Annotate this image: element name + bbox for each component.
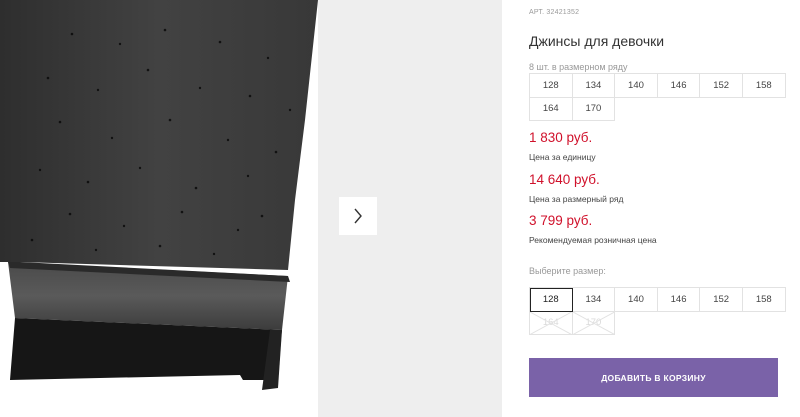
size-option-128[interactable]: 128 xyxy=(530,288,573,312)
size-range-cell: 158 xyxy=(742,74,786,98)
chevron-right-icon xyxy=(354,208,362,224)
size-option-146[interactable]: 146 xyxy=(657,288,701,312)
jeans-image xyxy=(0,0,320,417)
size-option-170: 170 xyxy=(572,311,616,335)
add-to-cart-button[interactable]: ДОБАВИТЬ В КОРЗИНУ xyxy=(529,358,778,397)
size-option-134[interactable]: 134 xyxy=(572,288,616,312)
size-range-cell: 152 xyxy=(700,74,743,98)
size-range-grid: 128 134 140 146 152 158 164 170 xyxy=(529,73,786,121)
pack-note: 8 шт. в размерном ряду xyxy=(529,62,628,72)
size-range-cell: 164 xyxy=(530,97,573,121)
size-picker-label: Выберите размер: xyxy=(529,266,606,276)
crossed-out-icon xyxy=(572,311,615,334)
size-picker: 128 134 140 146 152 158 164 170 xyxy=(529,287,786,335)
size-option-140[interactable]: 140 xyxy=(615,288,658,312)
product-gallery xyxy=(0,0,502,417)
unit-price: 1 830 руб. xyxy=(529,130,593,145)
pack-price: 14 640 руб. xyxy=(529,172,600,187)
size-range-cell: 170 xyxy=(572,97,616,121)
size-option-152[interactable]: 152 xyxy=(700,288,743,312)
size-option-158[interactable]: 158 xyxy=(742,288,786,312)
product-sku: АРТ. 32421352 xyxy=(529,9,580,16)
pack-price-label: Цена за размерный ряд xyxy=(529,194,624,204)
product-photo xyxy=(0,0,320,417)
gallery-next-button[interactable] xyxy=(339,197,377,235)
size-range-cell: 146 xyxy=(657,74,701,98)
size-range-cell: 140 xyxy=(615,74,658,98)
product-info: АРТ. 32421352 Джинсы для девочки 8 шт. в… xyxy=(529,0,786,417)
product-title: Джинсы для девочки xyxy=(529,33,665,49)
retail-price-label: Рекомендуемая розничная цена xyxy=(529,235,657,245)
retail-price: 3 799 руб. xyxy=(529,213,593,228)
size-range-cell: 128 xyxy=(530,74,573,98)
crossed-out-icon xyxy=(530,311,572,334)
size-option-164: 164 xyxy=(530,311,573,335)
size-range-cell: 134 xyxy=(572,74,616,98)
unit-price-label: Цена за единицу xyxy=(529,152,596,162)
